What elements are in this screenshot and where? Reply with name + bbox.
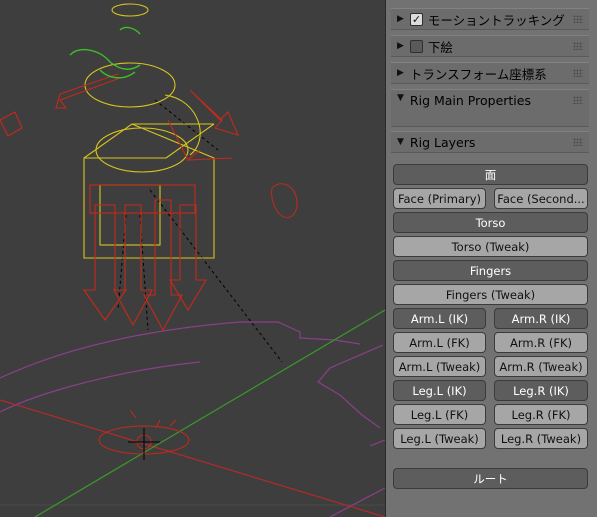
expanded-triangle-icon[interactable]: ▼ xyxy=(397,137,404,147)
panel-transform-orientation[interactable]: ▶ トランスフォーム座標系 xyxy=(391,62,589,84)
properties-sidebar: ▶ ✓ モーショントラッキング ▶ 下絵 ▶ トランスフォーム座標系 ▼ Rig… xyxy=(385,0,597,517)
panel-rig-main-properties[interactable]: ▼ Rig Main Properties xyxy=(391,89,589,127)
layer-fingers-button[interactable]: Fingers xyxy=(393,260,588,281)
drag-grip-icon[interactable] xyxy=(573,15,583,23)
panel-rig-layers[interactable]: ▼ Rig Layers xyxy=(391,131,589,153)
layer-face-secondary-button[interactable]: Face (Second... xyxy=(494,188,588,209)
layer-torso-button[interactable]: Torso xyxy=(393,212,588,233)
background-images-checkbox[interactable] xyxy=(409,39,423,53)
3d-viewport[interactable] xyxy=(0,0,385,517)
expanded-triangle-icon[interactable]: ▼ xyxy=(397,93,404,103)
viewport-scene xyxy=(0,0,385,517)
panel-title: 下絵 xyxy=(427,39,453,55)
layer-face-button[interactable]: 面 xyxy=(393,164,588,185)
layer-arm-r-tweak-button[interactable]: Arm.R (Tweak) xyxy=(494,356,588,377)
layer-root-button[interactable]: ルート xyxy=(393,468,588,489)
layer-arm-l-ik-button[interactable]: Arm.L (IK) xyxy=(393,308,486,329)
layer-leg-r-fk-button[interactable]: Leg.R (FK) xyxy=(494,404,588,425)
layer-leg-l-fk-button[interactable]: Leg.L (FK) xyxy=(393,404,486,425)
layer-leg-l-ik-button[interactable]: Leg.L (IK) xyxy=(393,380,486,401)
layer-face-primary-button[interactable]: Face (Primary) xyxy=(393,188,486,209)
drag-grip-icon[interactable] xyxy=(573,96,583,104)
drag-grip-icon[interactable] xyxy=(573,138,583,146)
collapsed-triangle-icon[interactable]: ▶ xyxy=(397,14,404,24)
panel-title: Rig Main Properties xyxy=(409,93,531,108)
layer-arm-r-fk-button[interactable]: Arm.R (FK) xyxy=(494,332,588,353)
motion-tracking-checkbox[interactable]: ✓ xyxy=(409,12,423,26)
drag-grip-icon[interactable] xyxy=(573,42,583,50)
panel-title: トランスフォーム座標系 xyxy=(409,66,547,82)
panel-background-images[interactable]: ▶ 下絵 xyxy=(391,35,589,57)
layer-leg-r-ik-button[interactable]: Leg.R (IK) xyxy=(494,380,588,401)
layer-arm-l-fk-button[interactable]: Arm.L (FK) xyxy=(393,332,486,353)
layer-torso-tweak-button[interactable]: Torso (Tweak) xyxy=(393,236,588,257)
drag-grip-icon[interactable] xyxy=(573,69,583,77)
collapsed-triangle-icon[interactable]: ▶ xyxy=(397,41,404,51)
panel-title: モーショントラッキング xyxy=(427,12,565,28)
layer-fingers-tweak-button[interactable]: Fingers (Tweak) xyxy=(393,284,588,305)
layer-arm-r-ik-button[interactable]: Arm.R (IK) xyxy=(494,308,588,329)
layer-arm-l-tweak-button[interactable]: Arm.L (Tweak) xyxy=(393,356,486,377)
collapsed-triangle-icon[interactable]: ▶ xyxy=(397,68,404,78)
layer-leg-r-tweak-button[interactable]: Leg.R (Tweak) xyxy=(494,428,588,449)
panel-motion-tracking[interactable]: ▶ ✓ モーショントラッキング xyxy=(391,8,589,30)
panel-title: Rig Layers xyxy=(409,134,476,150)
layer-leg-l-tweak-button[interactable]: Leg.L (Tweak) xyxy=(393,428,486,449)
